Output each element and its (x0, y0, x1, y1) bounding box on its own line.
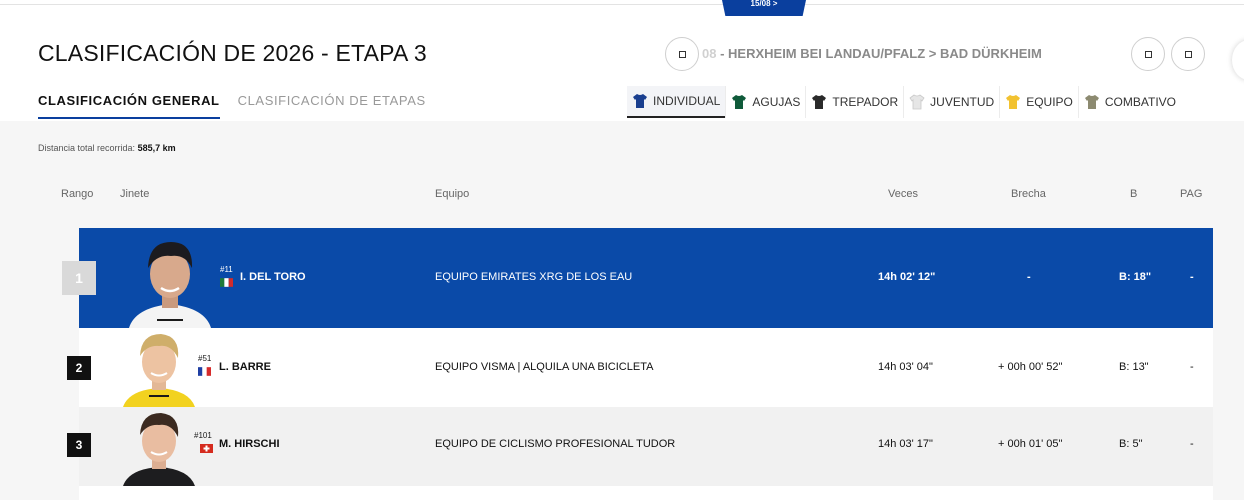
date-tab[interactable]: 15/08 > (722, 0, 806, 16)
total-distance-label: Distancia total recorrida: (38, 143, 136, 153)
rider-bonus: B: 5" (1119, 438, 1143, 450)
rider-name[interactable]: L. BARRE (219, 361, 271, 373)
filter-tab-label: INDIVIDUAL (653, 94, 721, 108)
table-row[interactable] (79, 486, 1213, 500)
square-icon (1144, 50, 1152, 58)
column-header-team[interactable]: Equipo (435, 188, 469, 200)
jersey-white-icon (909, 94, 925, 110)
filter-tab-individual[interactable]: INDIVIDUAL (627, 86, 726, 118)
column-header-rider[interactable]: Jinete (120, 188, 149, 200)
stage-route-prefix: 08 (702, 46, 717, 61)
rider-gap: + 00h 01' 05" (998, 438, 1063, 450)
rider-portrait (123, 413, 195, 486)
rider-pag: - (1190, 438, 1194, 450)
rider-bonus: B: 13" (1119, 361, 1149, 373)
team-name: EQUIPO EMIRATES XRG DE LOS EAU (435, 271, 633, 283)
page-title: CLASIFICACIÓN DE 2026 - ETAPA 3 (38, 40, 427, 66)
jersey-black-icon (812, 95, 827, 109)
stage-route: 08 - HERXHEIM BEI LANDAU/PFALZ > BAD DÜR… (702, 46, 1042, 61)
column-header-bonus[interactable]: B (1130, 188, 1137, 200)
filter-tab-youth[interactable]: JUVENTUD (903, 86, 999, 118)
flag-mexico-icon (220, 278, 233, 287)
tab-general-classification[interactable]: CLASIFICACIÓN GENERAL (38, 93, 220, 119)
filter-tab-label: EQUIPO (1026, 95, 1073, 109)
rider-pag: - (1190, 361, 1194, 373)
rider-name[interactable]: M. HIRSCHI (219, 438, 280, 450)
rider-bib-number: #11 (220, 265, 233, 274)
rider-portrait (129, 242, 211, 328)
filter-tab-label: JUVENTUD (930, 95, 995, 109)
square-icon (678, 50, 686, 58)
rider-time: 14h 02' 12" (878, 271, 936, 283)
square-icon (1184, 50, 1192, 58)
filter-tab-label: COMBATIVO (1104, 95, 1176, 109)
rider-time: 14h 03' 17" (878, 438, 933, 450)
jersey-blue-icon (633, 94, 647, 108)
filter-tab-label: AGUJAS (752, 95, 801, 109)
top-divider (0, 4, 1244, 5)
rider-time: 14h 03' 04" (878, 361, 933, 373)
column-header-gap[interactable]: Brecha (1011, 188, 1046, 200)
filter-tab-climber[interactable]: TREPADOR (805, 86, 903, 118)
flag-switzerland-icon (200, 444, 213, 453)
rider-gap: - (1027, 271, 1031, 283)
team-name: EQUIPO DE CICLISMO PROFESIONAL TUDOR (435, 438, 676, 450)
jersey-green-icon (732, 95, 747, 109)
rank-badge: 3 (67, 433, 91, 457)
rider-bonus: B: 18" (1119, 271, 1152, 283)
classification-filter-tabs: INDIVIDUAL AGUJAS TREPADOR JUVENTUD EQUI… (627, 86, 1181, 118)
table-row[interactable]: 1 #11 I. DEL TORO EQUIPO EMIRATES XRG DE… (62, 228, 1213, 328)
jersey-yellow-icon (1006, 95, 1021, 109)
rank-badge: 1 (62, 261, 96, 295)
next-stage-button[interactable] (1232, 40, 1244, 80)
total-distance-value: 585,7 km (137, 143, 176, 153)
rider-name[interactable]: I. DEL TORO (240, 271, 306, 283)
previous-stage-button[interactable] (665, 37, 699, 71)
stage-route-text: - HERXHEIM BEI LANDAU/PFALZ > BAD DÜRKHE… (716, 46, 1042, 61)
stage-option-button-1[interactable] (1131, 37, 1165, 71)
rider-portrait (123, 334, 195, 407)
flag-france-icon (198, 367, 211, 376)
jersey-camo-icon (1084, 95, 1099, 109)
rider-pag: - (1190, 271, 1194, 283)
stage-option-button-2[interactable] (1171, 37, 1205, 71)
rider-gap: + 00h 00' 52" (998, 361, 1063, 373)
classification-tabs: CLASIFICACIÓN GENERAL CLASIFICACIÓN DE E… (38, 93, 426, 119)
table-row[interactable]: 2 #51 L. BARRE EQUIPO VISMA | ALQUILA UN… (67, 328, 1213, 407)
column-header-pag[interactable]: PAG (1180, 188, 1202, 200)
rank-badge: 2 (67, 356, 91, 380)
filter-tab-label: TREPADOR (832, 95, 899, 109)
tab-stage-classification[interactable]: CLASIFICACIÓN DE ETAPAS (238, 93, 426, 119)
column-header-rank[interactable]: Rango (61, 188, 93, 200)
filter-tab-team[interactable]: EQUIPO (999, 86, 1078, 118)
rider-bib-number: #51 (198, 354, 212, 363)
total-distance: Distancia total recorrida: 585,7 km (38, 143, 176, 153)
rider-bib-number: #101 (194, 431, 212, 440)
filter-tab-combative[interactable]: COMBATIVO (1077, 86, 1181, 118)
column-header-time[interactable]: Veces (888, 188, 918, 200)
table-row[interactable]: 3 #101 M. HIRSCHI EQUIPO DE CICLISMO PRO… (67, 407, 1213, 486)
filter-tab-points[interactable]: AGUJAS (725, 86, 805, 118)
team-name: EQUIPO VISMA | ALQUILA UNA BICICLETA (435, 361, 654, 373)
